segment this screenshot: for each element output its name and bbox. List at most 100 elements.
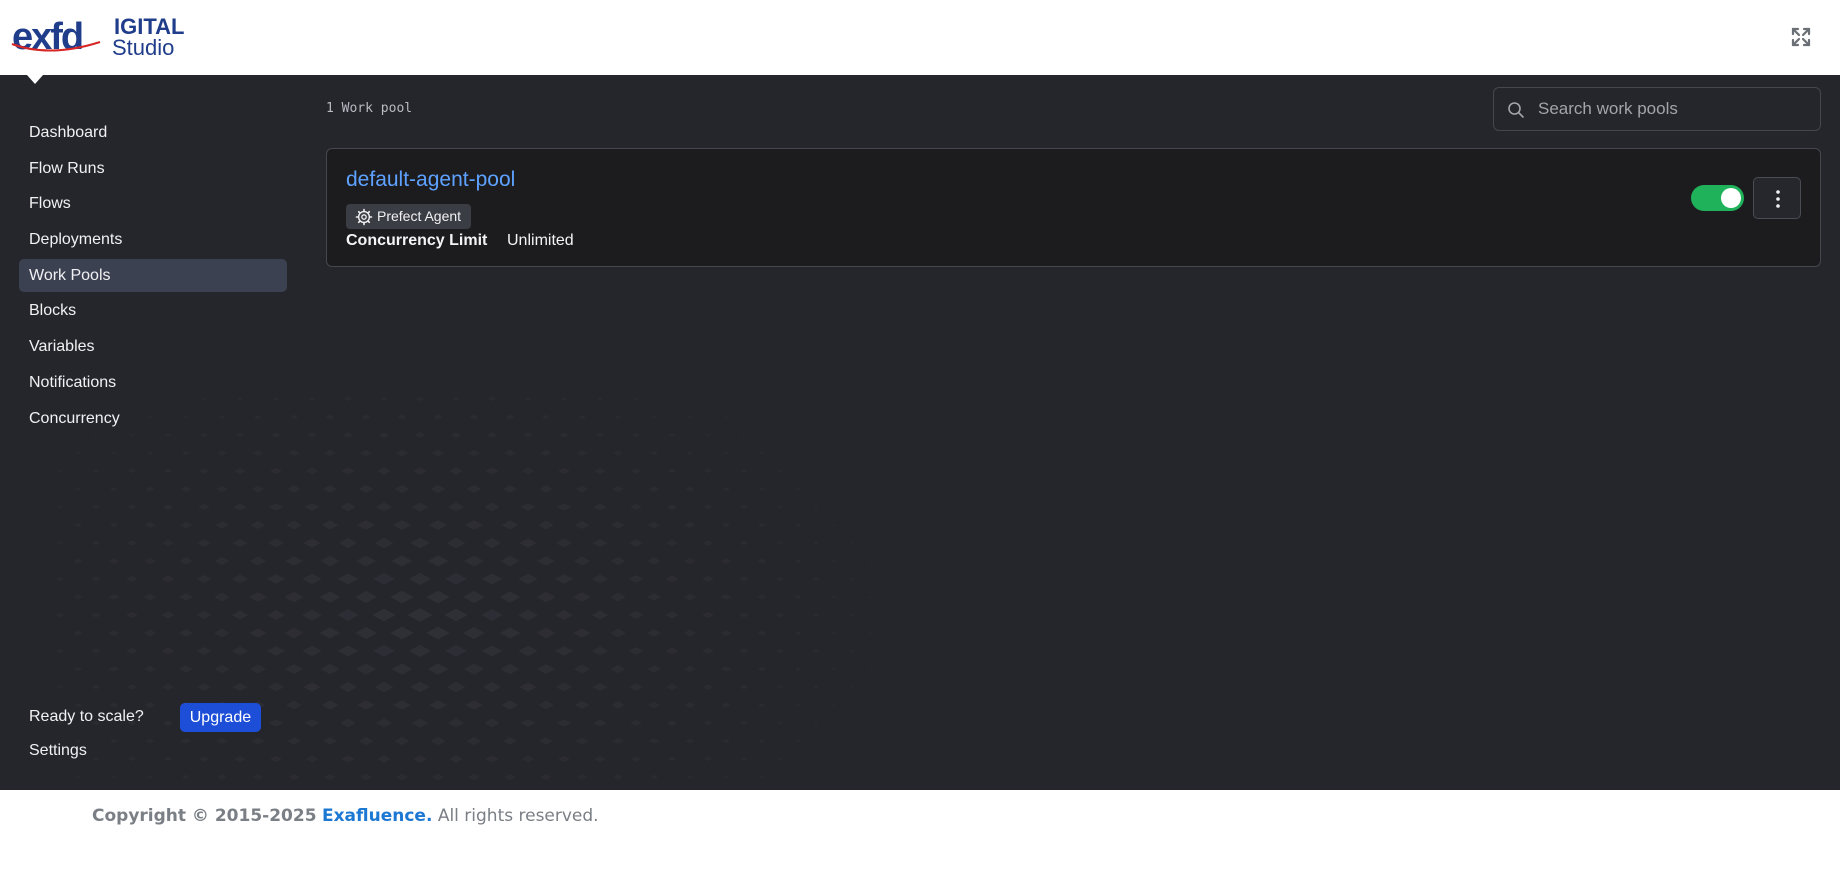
pattern-diamond (592, 682, 608, 692)
pattern-diamond (722, 486, 730, 492)
pattern-diamond (410, 537, 430, 549)
pattern-diamond (704, 468, 712, 474)
pattern-diamond (505, 414, 515, 420)
pattern-diamond (415, 396, 425, 402)
pattern-diamond (463, 555, 485, 567)
toggle-knob (1721, 188, 1741, 208)
pattern-diamond (500, 555, 520, 567)
pattern-diamond (408, 572, 432, 586)
pattern-diamond (740, 720, 748, 726)
pattern-diamond (720, 666, 732, 672)
work-pool-count: 1 Work pool (326, 101, 413, 116)
sidebar-item-flow-runs[interactable]: Flow Runs (19, 152, 287, 185)
exf-digital-studio-logo[interactable]: exfd IGITAL Studio (10, 14, 185, 64)
pattern-diamond (304, 718, 320, 728)
pattern-diamond (610, 664, 626, 674)
pattern-diamond (499, 627, 521, 639)
pattern-diamond (575, 737, 589, 745)
pattern-diamond (337, 645, 359, 657)
pattern-diamond (631, 468, 641, 474)
pattern-diamond (355, 663, 377, 675)
pattern-diamond (554, 609, 574, 621)
pattern-diamond (665, 575, 679, 583)
pattern-diamond (408, 644, 432, 658)
pattern-diamond (757, 558, 767, 564)
pattern-diamond (759, 451, 765, 455)
pattern-diamond (630, 503, 642, 511)
pattern-diamond (831, 631, 837, 635)
pattern-diamond (555, 682, 573, 692)
sidebar-item-deployments[interactable]: Deployments (19, 223, 287, 256)
pattern-diamond (452, 396, 460, 402)
pattern-diamond (407, 608, 433, 622)
pattern-diamond (391, 555, 413, 567)
pattern-diamond (595, 432, 605, 438)
pattern-diamond (447, 502, 465, 512)
pattern-diamond (426, 626, 450, 640)
pattern-diamond (832, 740, 836, 742)
pattern-diamond (559, 432, 569, 438)
sidebar-item-work-pools[interactable]: Work Pools (19, 258, 287, 292)
pattern-diamond (449, 467, 463, 475)
sidebar-item-dashboard[interactable]: Dashboard (19, 116, 287, 149)
pattern-diamond (757, 630, 767, 636)
pattern-diamond (812, 649, 820, 653)
pattern-diamond (466, 736, 482, 746)
pattern-diamond (485, 755, 499, 763)
pattern-diamond (794, 559, 802, 563)
pattern-diamond (849, 685, 855, 689)
pattern-diamond (319, 591, 341, 603)
pattern-diamond (850, 506, 854, 508)
pattern-diamond (450, 432, 462, 438)
work-pool-name-link[interactable]: default-agent-pool (346, 168, 515, 192)
sidebar-item-blocks[interactable]: Blocks (19, 294, 287, 327)
pattern-diamond (868, 704, 872, 706)
pattern-diamond (445, 645, 467, 657)
pattern-diamond (794, 594, 802, 600)
pattern-diamond (482, 537, 502, 549)
pattern-diamond (684, 522, 696, 528)
pattern-diamond (628, 610, 644, 620)
pattern-diamond (647, 521, 661, 529)
sidebar-item-concurrency[interactable]: Concurrency (19, 402, 287, 435)
fullscreen-button[interactable] (1790, 26, 1812, 48)
pattern-diamond (850, 722, 854, 724)
pattern-diamond (449, 755, 463, 763)
pattern-diamond (377, 467, 391, 475)
sidebar-item-settings[interactable]: Settings (29, 742, 87, 760)
pattern-diamond (467, 773, 481, 781)
pattern-diamond (372, 608, 396, 622)
pattern-diamond (482, 681, 502, 693)
pattern-diamond (469, 414, 479, 420)
work-pool-menu-button[interactable] (1753, 177, 1801, 219)
pattern-diamond (305, 755, 319, 763)
pattern-diamond (484, 502, 500, 512)
pattern-diamond (359, 773, 373, 781)
upgrade-button[interactable]: Upgrade (179, 702, 262, 732)
pattern-diamond (354, 590, 378, 604)
pattern-diamond (831, 667, 837, 671)
pattern-diamond (612, 485, 624, 493)
sidebar-item-variables[interactable]: Variables (19, 330, 287, 363)
pattern-diamond (759, 775, 765, 779)
sidebar-item-notifications[interactable]: Notifications (19, 366, 287, 399)
pattern-diamond (306, 432, 318, 438)
pattern-diamond (665, 611, 679, 619)
pattern-diamond (720, 630, 732, 636)
exafluence-link[interactable]: Exafluence. (322, 806, 432, 826)
sidebar-item-flows[interactable]: Flows (19, 187, 287, 220)
pattern-diamond (537, 664, 555, 674)
pattern-diamond (591, 646, 609, 656)
pattern-diamond (849, 541, 855, 545)
copyright-years: Copyright © 2015-2025 (92, 806, 317, 826)
pattern-diamond (886, 650, 890, 652)
work-pool-enabled-toggle[interactable] (1691, 185, 1744, 211)
pattern-diamond (739, 648, 749, 654)
pattern-diamond (705, 433, 711, 437)
search-input[interactable] (1538, 88, 1813, 130)
pattern-diamond (430, 736, 446, 746)
search-work-pools-box[interactable] (1493, 87, 1821, 131)
pattern-diamond (629, 683, 643, 691)
pattern-diamond (574, 520, 590, 530)
pattern-diamond (537, 556, 555, 566)
